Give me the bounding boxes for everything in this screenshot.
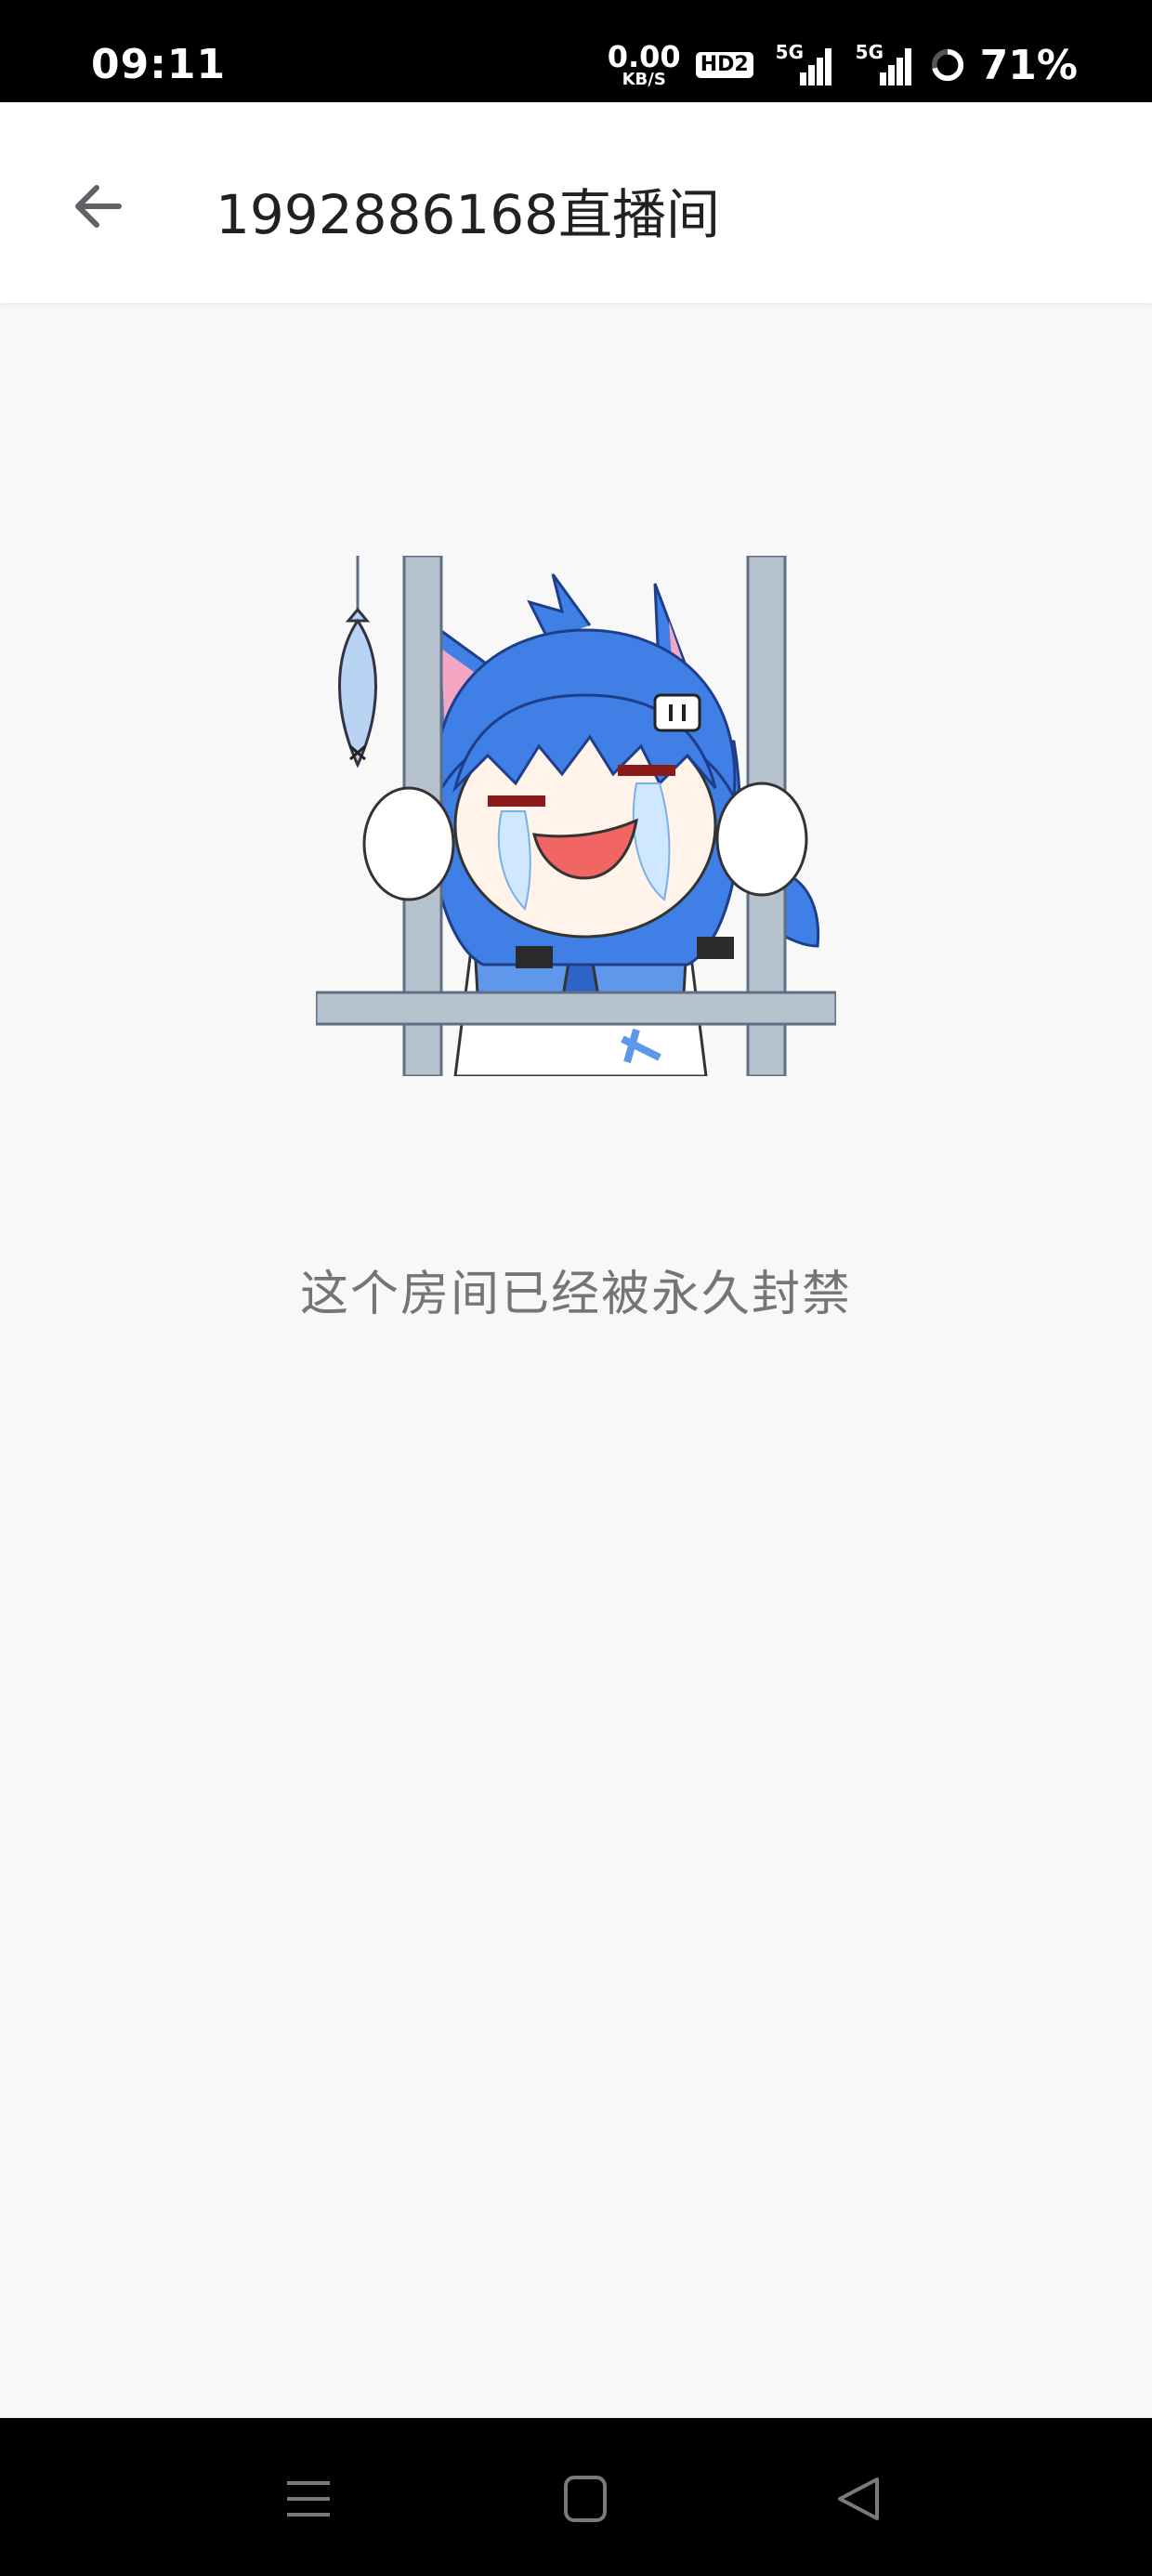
network-speed-value: 0.00 — [607, 39, 681, 74]
status-icons: 0.00 KB/S HD2 5G 5G 71% — [608, 37, 1078, 93]
home-button[interactable] — [553, 2466, 618, 2531]
hd-voice-badge: HD2 — [695, 52, 753, 78]
menu-button[interactable] — [276, 2466, 341, 2531]
signal-label: 5G — [775, 41, 805, 63]
arrow-left-icon — [75, 185, 122, 228]
network-speed: 0.00 KB/S — [608, 42, 681, 88]
battery-icon — [931, 48, 963, 82]
banned-message: 这个房间已经被永久封禁 — [299, 1267, 852, 1322]
back-nav-button[interactable] — [827, 2466, 892, 2531]
signal-icon: 5G — [768, 41, 841, 85]
signal-label: 5G — [855, 41, 884, 63]
banned-illustration — [316, 556, 836, 1076]
home-square-icon — [564, 2476, 607, 2522]
page-title: 1992886168直播间 — [216, 183, 721, 246]
battery-percent: 71% — [979, 41, 1078, 89]
system-nav-bar — [0, 2418, 1152, 2576]
back-triangle-icon — [838, 2477, 879, 2520]
signal-icon: 5G — [856, 41, 915, 85]
back-button[interactable] — [65, 169, 139, 243]
status-bar: 09:11 0.00 KB/S HD2 5G 5G 71% — [0, 0, 1152, 102]
app-bar: 1992886168直播间 — [0, 102, 1152, 303]
menu-icon — [287, 2481, 330, 2517]
network-speed-unit: KB/S — [622, 70, 666, 89]
status-time: 09:11 — [91, 41, 227, 88]
